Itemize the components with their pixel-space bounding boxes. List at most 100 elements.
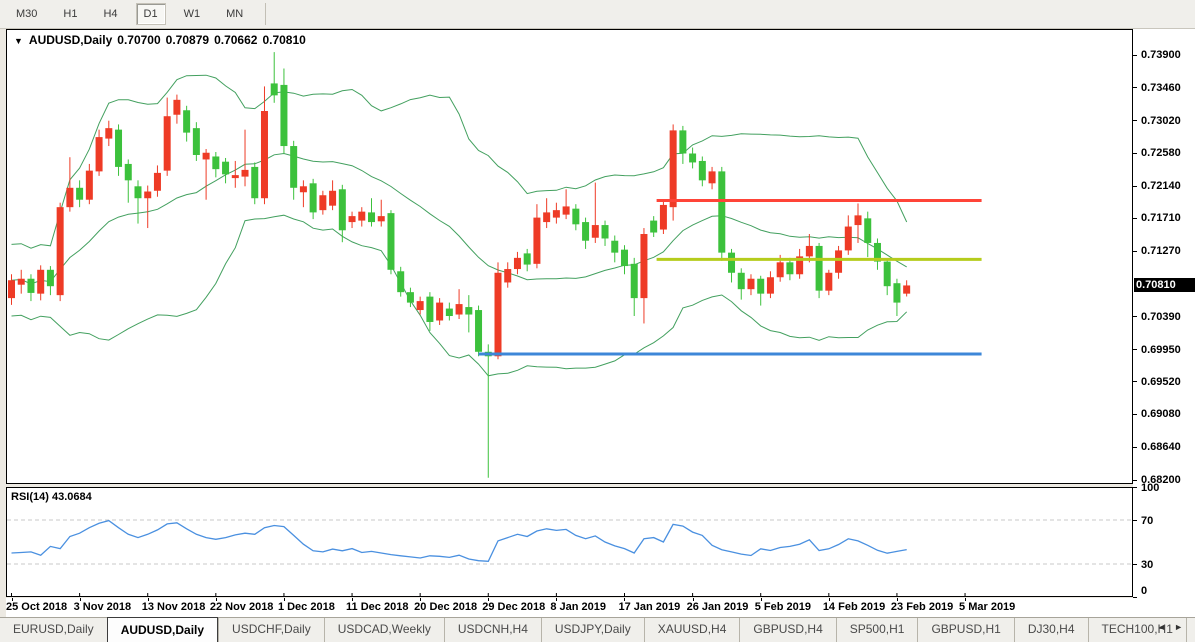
price-axis-label: 0.72580 — [1141, 147, 1181, 159]
timeframe-button-w1[interactable]: W1 — [176, 3, 209, 25]
timeframe-button-m30[interactable]: M30 — [8, 3, 45, 25]
price-axis-label: 0.73020 — [1141, 115, 1181, 127]
candle-body — [777, 262, 784, 277]
candle-body — [893, 283, 900, 302]
symbol-info-line: ▼AUDUSD,Daily0.707000.708790.706620.7081… — [14, 33, 306, 47]
price-axis-label: 0.73900 — [1141, 49, 1181, 61]
candlestick-chart[interactable] — [6, 29, 1133, 597]
timeframe-button-h1[interactable]: H1 — [55, 3, 85, 25]
candle-body — [368, 212, 375, 222]
date-axis-label: 3 Nov 2018 — [74, 601, 131, 613]
date-axis-label: 13 Nov 2018 — [142, 601, 206, 613]
candle-body — [387, 213, 394, 270]
low-value: 0.70662 — [214, 33, 257, 47]
timeframe-button-d1[interactable]: D1 — [136, 3, 166, 25]
toolbar-separator — [265, 3, 266, 25]
rsi-axis-label: 100 — [1141, 482, 1159, 494]
candle-body — [37, 270, 44, 294]
candle-body — [144, 192, 151, 199]
rsi-indicator-label: RSI(14) 43.0684 — [11, 491, 92, 503]
candle-body — [631, 264, 638, 298]
chart-tab-audusd-daily[interactable]: AUDUSD,Daily — [107, 617, 218, 642]
rsi-axis-label: 0 — [1141, 585, 1147, 597]
rsi-pane[interactable] — [7, 488, 1133, 597]
chart-tab-gbpusd-h4[interactable]: GBPUSD,H4 — [739, 618, 835, 642]
chart-tab-usdchf-daily[interactable]: USDCHF,Daily — [218, 618, 324, 642]
candle-body — [329, 191, 336, 206]
chart-menu-icon[interactable]: ▼ — [14, 36, 23, 46]
candle-body — [173, 100, 180, 115]
candle-body — [407, 292, 414, 302]
candle-body — [47, 270, 54, 286]
high-value: 0.70879 — [166, 33, 209, 47]
chart-tab-usdcad-weekly[interactable]: USDCAD,Weekly — [324, 618, 444, 642]
candle-body — [222, 162, 229, 175]
chart-tab-dj30-h4[interactable]: DJ30,H4 — [1014, 618, 1088, 642]
rsi-axis-tick-mark — [1133, 487, 1137, 488]
candle-body — [504, 269, 511, 282]
chart-tab-sp500-h1[interactable]: SP500,H1 — [836, 618, 918, 642]
candle-body — [825, 273, 832, 291]
candle-body — [183, 110, 190, 132]
candle-body — [193, 128, 200, 155]
tab-scroll-controls: ◄► — [1157, 622, 1191, 632]
chart-tab-usdcnh-h4[interactable]: USDCNH,H4 — [444, 618, 541, 642]
candle-body — [845, 227, 852, 251]
rsi-axis-label: 70 — [1141, 515, 1153, 527]
candle-body — [232, 175, 239, 178]
price-axis-tick — [1133, 349, 1137, 350]
date-axis-label: 26 Jan 2019 — [687, 601, 749, 613]
candle-body — [679, 130, 686, 153]
candle-body — [533, 218, 540, 264]
price-axis-label: 0.72140 — [1141, 180, 1181, 192]
tab-scroll-left-icon[interactable]: ◄ — [1157, 622, 1174, 632]
candle-body — [757, 279, 764, 294]
candle-body — [203, 153, 210, 160]
price-pane[interactable] — [7, 30, 1133, 484]
chart-tab-usdjpy-daily[interactable]: USDJPY,Daily — [541, 618, 644, 642]
candle-body — [738, 273, 745, 289]
candle-body — [8, 280, 15, 298]
price-axis-tick — [1133, 316, 1137, 317]
tab-scroll-right-icon[interactable]: ► — [1174, 622, 1191, 632]
chart-tab-gbpusd-h1[interactable]: GBPUSD,H1 — [917, 618, 1013, 642]
price-axis-tick — [1133, 447, 1137, 448]
date-axis-label: 23 Feb 2019 — [891, 601, 953, 613]
price-axis: 0.70810 0.739000.734600.730200.725800.72… — [1133, 29, 1195, 617]
candle-body — [57, 207, 64, 295]
candle-body — [524, 253, 531, 264]
candle-body — [884, 262, 891, 287]
candle-body — [417, 301, 424, 310]
chart-tab-eurusd-daily[interactable]: EURUSD,Daily — [0, 618, 107, 642]
rsi-axis-label: 30 — [1141, 559, 1153, 571]
candle-body — [495, 273, 502, 356]
candle-body — [689, 153, 696, 162]
candle-body — [154, 173, 161, 191]
close-value: 0.70810 — [262, 33, 305, 47]
candle-body — [456, 304, 463, 314]
candle-body — [310, 183, 317, 212]
date-axis-label: 29 Dec 2018 — [482, 601, 545, 613]
rsi-name: RSI(14) — [11, 491, 49, 503]
candle-body — [436, 303, 443, 321]
price-axis-tick — [1133, 120, 1137, 121]
candle-body — [728, 253, 735, 273]
candle-body — [242, 170, 249, 177]
chart-area[interactable]: ▼AUDUSD,Daily0.707000.708790.706620.7081… — [6, 29, 1133, 597]
price-axis-tick — [1133, 414, 1137, 415]
rsi-axis-tick-mark — [1133, 564, 1137, 565]
timeframe-button-mn[interactable]: MN — [218, 3, 251, 25]
candle-body — [271, 83, 278, 95]
price-axis-label: 0.69950 — [1141, 344, 1181, 356]
pane-splitter[interactable] — [6, 484, 1133, 487]
timeframe-toolbar: M30 H1 H4 D1 W1 MN — [0, 0, 1195, 29]
price-axis-tick — [1133, 218, 1137, 219]
candle-body — [105, 128, 112, 138]
chart-tab-xauusd-h4[interactable]: XAUUSD,H4 — [644, 618, 740, 642]
timeframe-button-h4[interactable]: H4 — [95, 3, 125, 25]
price-axis-label: 0.71710 — [1141, 212, 1181, 224]
candle-body — [339, 189, 346, 230]
date-axis-label: 8 Jan 2019 — [550, 601, 606, 613]
candle-body — [261, 111, 268, 198]
candle-body — [76, 188, 83, 200]
